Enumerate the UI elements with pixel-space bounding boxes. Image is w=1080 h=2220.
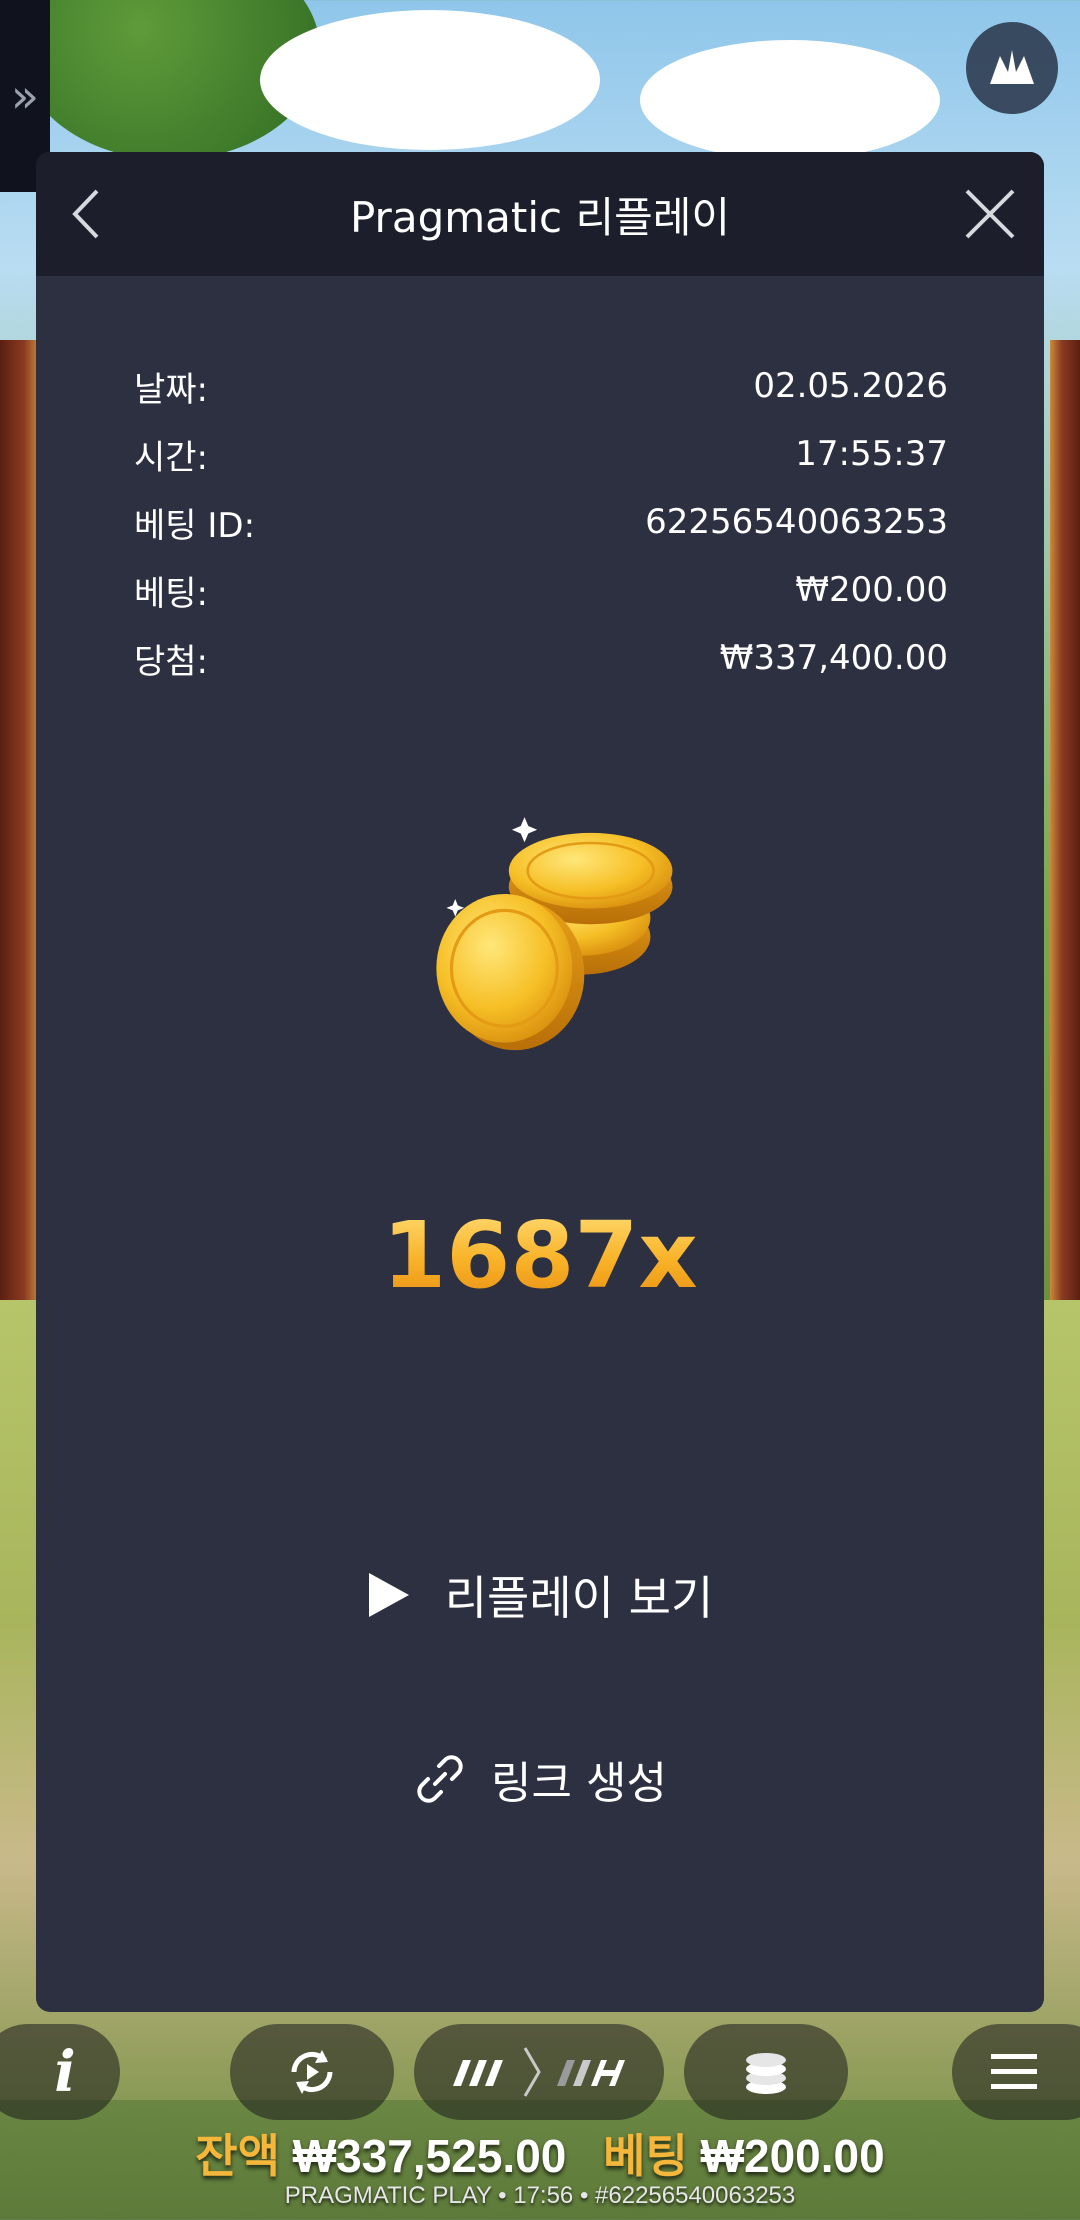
- play-icon: [368, 1573, 409, 1617]
- coins-icon: [746, 2053, 786, 2094]
- bet-details: 날짜: 02.05.2026 시간: 17:55:37 베팅 ID: 62256…: [134, 352, 948, 692]
- win-multiplier: 1687x: [36, 1202, 1044, 1309]
- brand-logo-icon: [990, 50, 1034, 84]
- modal-header: Pragmatic 리플레이: [36, 152, 1044, 276]
- info-button[interactable]: i: [0, 2024, 120, 2120]
- speed-icon: [453, 2047, 625, 2097]
- detail-value: ₩337,400.00: [719, 638, 948, 678]
- detail-label: 당첨:: [134, 641, 209, 682]
- autoplay-button[interactable]: [230, 2024, 394, 2120]
- back-button[interactable]: [54, 180, 118, 248]
- footer-info: PRAGMATIC PLAY • 17:56 • #62256540063253: [284, 2182, 796, 2209]
- bet-value: ₩200.00: [700, 2130, 885, 2182]
- detail-row-bet: 베팅: ₩200.00: [134, 556, 948, 624]
- view-replay-button[interactable]: 리플레이 보기: [36, 1562, 1044, 1628]
- modal-title: Pragmatic 리플레이: [349, 192, 731, 242]
- balance-value: ₩337,525.00: [292, 2130, 567, 2182]
- bet-label: 베팅: [603, 2130, 688, 2182]
- detail-label: 날짜:: [134, 369, 209, 410]
- balance-bar: 잔액 ₩337,525.00 베팅 ₩200.00: [0, 2120, 1080, 2186]
- detail-row-time: 시간: 17:55:37: [134, 420, 948, 488]
- cloud: [640, 40, 940, 160]
- brand-logo-button[interactable]: [966, 22, 1058, 114]
- view-replay-label: 리플레이 보기: [444, 1571, 714, 1625]
- detail-value: 02.05.2026: [753, 366, 948, 406]
- close-button[interactable]: [954, 180, 1026, 248]
- detail-label: 시간:: [134, 437, 209, 478]
- chevron-left-icon: [72, 189, 99, 239]
- detail-row-bet-id: 베팅 ID: 62256540063253: [134, 488, 948, 556]
- create-link-button[interactable]: 링크 생성: [36, 1747, 1044, 1811]
- detail-row-date: 날짜: 02.05.2026: [134, 352, 948, 420]
- gold-coins-icon: [436, 817, 673, 1051]
- detail-value: ₩200.00: [795, 570, 948, 610]
- bet-settings-button[interactable]: [684, 2024, 848, 2120]
- detail-label: 베팅:: [134, 573, 209, 614]
- link-icon: [417, 1755, 463, 1803]
- detail-row-win: 당첨: ₩337,400.00: [134, 624, 948, 692]
- game-toolbar: i: [0, 2008, 1080, 2128]
- autoplay-icon: [291, 2050, 333, 2094]
- menu-button[interactable]: [952, 2024, 1080, 2120]
- game-frame-right: [1050, 340, 1080, 1340]
- replay-modal: Pragmatic 리플레이 날짜: 02.05.2026 시간: 17:55:…: [36, 152, 1044, 2012]
- hamburger-menu-icon: [991, 2054, 1037, 2089]
- speed-button[interactable]: [414, 2024, 664, 2120]
- balance-label: 잔액: [195, 2130, 280, 2182]
- expand-icon: »: [10, 69, 40, 123]
- detail-value: 62256540063253: [645, 502, 948, 542]
- game-frame-left: [0, 340, 40, 1340]
- info-icon: i: [54, 2039, 76, 2105]
- detail-label: 베팅 ID:: [134, 505, 256, 546]
- cloud: [260, 10, 600, 150]
- create-link-label: 링크 생성: [491, 1758, 667, 1809]
- detail-value: 17:55:37: [795, 434, 948, 474]
- close-icon: [965, 189, 1015, 239]
